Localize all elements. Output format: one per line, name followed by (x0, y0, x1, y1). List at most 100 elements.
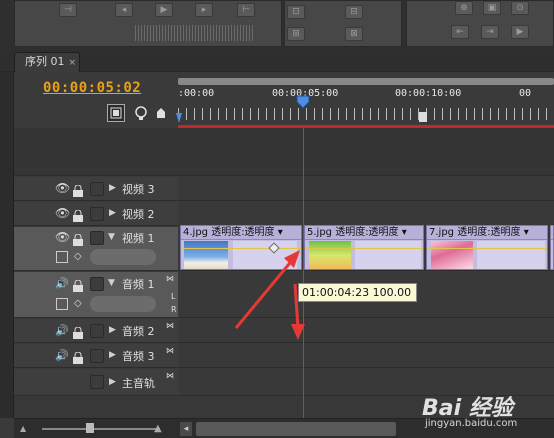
eye-icon[interactable]: 👁 (55, 206, 70, 220)
timeline-tab-bar (0, 50, 554, 72)
export-frame-button[interactable]: ⊞ (287, 27, 305, 41)
eye-icon[interactable]: 👁 (55, 181, 70, 195)
clip-8jpg[interactable]: 8 (550, 225, 554, 270)
lock-icon[interactable] (72, 182, 84, 201)
trim-button[interactable]: ⊠ (345, 27, 363, 41)
clip-title: 8 (551, 226, 553, 240)
play-in-out-button[interactable]: ▶ (511, 25, 529, 39)
zoom-in-icon[interactable]: ▲ (154, 423, 162, 434)
lock-icon[interactable] (72, 207, 84, 226)
stereo-icon: ⋈ (166, 321, 174, 330)
jog-shuttle[interactable] (135, 25, 255, 41)
zoom-slider-track[interactable] (42, 428, 160, 430)
mark-in-button[interactable]: ⊣ (59, 3, 77, 17)
close-icon[interactable]: × (69, 58, 77, 68)
left-channel-label: L (171, 292, 176, 301)
zoom-slider-thumb[interactable] (86, 423, 94, 433)
output-button[interactable]: ⊙ (511, 1, 529, 15)
work-area-bar[interactable] (178, 78, 554, 85)
track-target-toggle[interactable] (90, 207, 104, 221)
track-label: 主音轨 (122, 377, 155, 390)
track-target-toggle[interactable] (90, 182, 104, 196)
zoom-out-icon[interactable]: ▲ (20, 424, 26, 433)
speaker-icon[interactable]: 🔊 (55, 324, 69, 337)
ruler-label-15s: 00 (519, 88, 532, 99)
track-header-audio1: 🔊 ▼ 音频 1 ⋈ L R ◇ (14, 272, 178, 318)
collapse-arrow-icon[interactable]: ▼ (108, 278, 115, 288)
extract-button[interactable]: ⊟ (345, 5, 363, 19)
ruler-label-10s: 00:00:10:00 (395, 88, 462, 99)
opacity-line[interactable] (427, 248, 547, 249)
ruler-label-0: :00:00 (178, 88, 215, 99)
go-prev-edit-button[interactable]: ⇤ (451, 25, 469, 39)
work-area-marker[interactable] (419, 112, 427, 122)
stereo-icon: ⋈ (166, 274, 174, 283)
keyframe-nav[interactable] (90, 296, 156, 312)
current-timecode[interactable]: 00:00:05:02 (43, 80, 141, 96)
expand-arrow-icon[interactable]: ▶ (109, 377, 116, 387)
track-target-toggle[interactable] (90, 375, 104, 389)
expand-arrow-icon[interactable]: ▶ (109, 183, 116, 193)
mark-out-button[interactable]: ⊢ (237, 3, 255, 17)
transport-controls-right: ⊕ ▣ ⊙ ⇤ ⇥ ▶ (406, 0, 554, 47)
opacity-line[interactable] (305, 248, 423, 249)
track-lane-video2[interactable] (179, 202, 554, 226)
speaker-icon[interactable]: 🔊 (55, 277, 69, 290)
unnumbered-marker-icon[interactable] (154, 104, 172, 122)
play-button[interactable]: ▶ (155, 3, 173, 17)
clip-5jpg[interactable]: 5.jpg 透明度:透明度 ▾ (304, 225, 424, 270)
expand-arrow-icon[interactable]: ▶ (109, 350, 116, 360)
empty-track-area (14, 128, 554, 176)
safe-margins-button[interactable]: ▣ (483, 1, 501, 15)
watermark-url: jingyan.baidu.com (425, 418, 518, 429)
track-header-video1: 👁 ▼ 视频 1 ◇ (14, 227, 178, 271)
track-target-toggle[interactable] (90, 349, 104, 363)
tab-sequence-01[interactable]: 序列 01 × (14, 52, 80, 72)
keyframe-icon[interactable]: ◇ (74, 251, 82, 262)
clip-thumbnail (309, 241, 351, 269)
step-back-button[interactable]: ◂ (115, 3, 133, 17)
clip-body (355, 241, 421, 269)
lock-icon[interactable] (72, 231, 84, 250)
transport-controls-left: ⊣ ◂ ▶ ▸ ⊢ (14, 0, 282, 47)
expand-arrow-icon[interactable]: ▶ (109, 208, 116, 218)
playhead-handle[interactable] (296, 94, 310, 109)
transport-controls-mid: ⊡ ⊟ ⊞ ⊠ (284, 0, 402, 47)
stereo-icon: ⋈ (166, 371, 174, 380)
lock-icon[interactable] (72, 277, 84, 296)
clip-title: 5.jpg 透明度:透明度 ▾ (305, 226, 423, 240)
keyframe-icon[interactable]: ◇ (74, 298, 82, 309)
track-label: 音频 3 (122, 350, 155, 363)
track-target-toggle[interactable] (90, 277, 104, 291)
lock-icon[interactable] (72, 324, 84, 343)
track-label: 视频 3 (122, 183, 155, 196)
stereo-icon: ⋈ (166, 346, 174, 355)
speaker-icon[interactable]: 🔊 (55, 349, 69, 362)
clip-7jpg[interactable]: 7.jpg 透明度:透明度 ▾ (426, 225, 548, 270)
horizontal-scrollbar[interactable] (196, 422, 396, 436)
clip-title: 4.jpg 透明度:透明度 ▾ (181, 226, 301, 240)
display-style-icon[interactable] (56, 251, 68, 263)
scroll-left-arrow[interactable]: ◂ (180, 422, 192, 436)
lift-button[interactable]: ⊡ (287, 5, 305, 19)
step-forward-button[interactable]: ▸ (195, 3, 213, 17)
track-target-toggle[interactable] (90, 324, 104, 338)
keyframe-tooltip: 01:00:04:23 100.00 (298, 283, 417, 302)
clip-thumbnail (184, 241, 228, 269)
loop-button[interactable]: ⊕ (455, 1, 473, 15)
eye-icon[interactable]: 👁 (55, 230, 70, 244)
display-style-icon[interactable] (56, 298, 68, 310)
set-marker-icon[interactable] (132, 104, 150, 122)
expand-arrow-icon[interactable]: ▶ (109, 325, 116, 335)
track-target-toggle[interactable] (90, 231, 104, 245)
track-lane-audio3[interactable] (179, 344, 554, 368)
tab-label: 序列 01 (25, 55, 65, 68)
go-next-edit-button[interactable]: ⇥ (481, 25, 499, 39)
collapse-arrow-icon[interactable]: ▼ (108, 232, 115, 242)
track-label: 视频 1 (122, 232, 155, 245)
annotation-arrows (234, 250, 305, 340)
track-lane-video3[interactable] (179, 177, 554, 201)
lock-icon[interactable] (72, 349, 84, 368)
snap-icon[interactable] (107, 104, 125, 122)
keyframe-nav[interactable] (90, 249, 156, 265)
